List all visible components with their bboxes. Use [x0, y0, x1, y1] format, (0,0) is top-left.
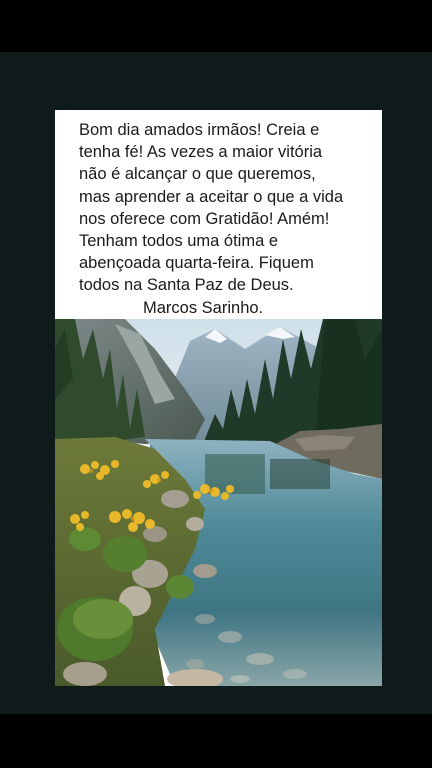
message-line: não é alcançar o que queremos,: [79, 165, 316, 184]
message-line: nos oferece com Gratidão! Amém!: [79, 209, 330, 228]
message-line: todos na Santa Paz de Deus.: [79, 276, 294, 295]
message-line: abençoada quarta-feira. Fiquem: [79, 254, 314, 273]
signature: Marcos Sarinho.: [143, 298, 264, 317]
bottom-bar: [0, 714, 432, 768]
message-text: Bom dia amados irmãos! Creia e tenha fé!…: [79, 119, 379, 319]
message-panel: Bom dia amados irmãos! Creia e tenha fé!…: [55, 110, 382, 319]
message-line: mas aprender a aceitar o que a vida: [79, 187, 344, 206]
message-line: tenha fé! As vezes a maior vitória: [79, 143, 323, 162]
landscape-photo: [55, 319, 382, 686]
post-image[interactable]: Bom dia amados irmãos! Creia e tenha fé!…: [55, 110, 382, 686]
message-line: Bom dia amados irmãos! Creia e: [79, 121, 320, 139]
image-viewer-screen: Bom dia amados irmãos! Creia e tenha fé!…: [0, 0, 432, 768]
top-bar: [0, 0, 432, 52]
message-line: Tenham todos uma ótima e: [79, 232, 279, 251]
